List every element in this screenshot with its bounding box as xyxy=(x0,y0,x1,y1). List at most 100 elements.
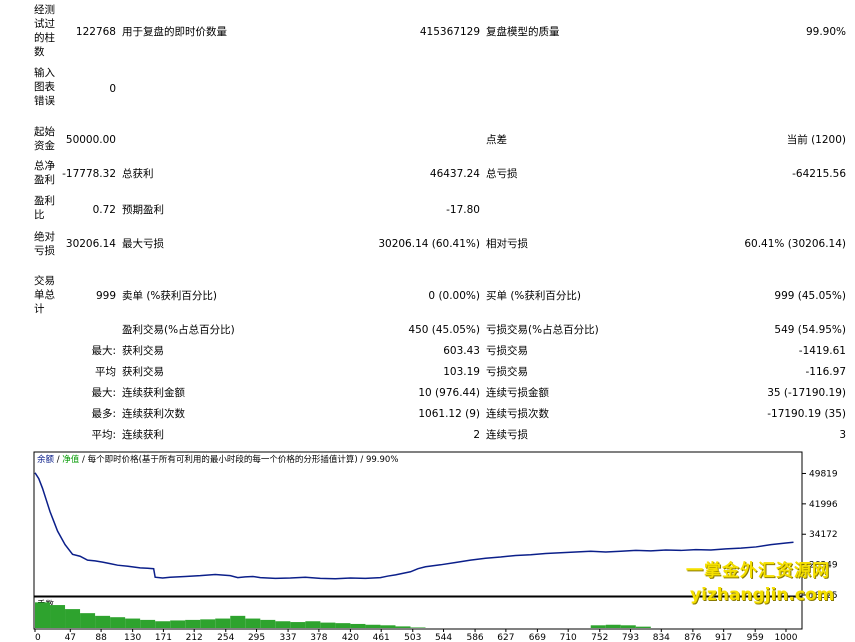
x-tick-label: 959 xyxy=(747,633,764,642)
x-tick-label: 378 xyxy=(310,633,327,642)
x-tick-label: 669 xyxy=(529,633,546,642)
x-tick-label: 461 xyxy=(373,633,390,642)
max-consec-count-win-value: 1061.12 (9) xyxy=(418,408,480,420)
ticks-value: 415367129 xyxy=(419,26,480,38)
x-tick-label: 171 xyxy=(155,633,172,642)
average-win-label: 获利交易 xyxy=(122,366,164,378)
rel-drawdown-label: 相对亏损 xyxy=(486,238,528,250)
volume-bar xyxy=(65,609,81,628)
x-tick-label: 752 xyxy=(591,633,608,642)
profit-factor-label: 盈利比 xyxy=(34,195,55,221)
long-positions-value: 999 (45.05%) xyxy=(774,290,846,302)
largest-loss-label: 亏损交易 xyxy=(486,345,528,357)
x-tick-label: 130 xyxy=(124,633,141,642)
volume-bar xyxy=(35,602,51,628)
volume-bar xyxy=(230,615,246,628)
largest-loss-value: -1419.61 xyxy=(798,345,846,357)
x-tick-label: 47 xyxy=(65,633,76,642)
volume-bar xyxy=(335,623,351,628)
expected-payoff-value: -17.80 xyxy=(446,204,480,216)
gross-profit-value: 46437.24 xyxy=(429,168,480,180)
volume-bar xyxy=(305,621,321,628)
volume-bar xyxy=(605,624,621,628)
net-profit-value: -17778.32 xyxy=(62,168,116,180)
loss-trades-value: 549 (54.95%) xyxy=(774,324,846,336)
watermark-title: 一掌金外汇资源网 xyxy=(686,561,830,581)
expected-payoff-label: 预期盈利 xyxy=(122,204,164,216)
volume-bar xyxy=(395,626,411,628)
x-tick-label: 420 xyxy=(342,633,359,642)
x-tick-label: 254 xyxy=(217,633,234,642)
volume-bar xyxy=(95,615,111,628)
watermark-url: yizhangjin.com xyxy=(690,585,835,605)
quality-label: 复盘模型的质量 xyxy=(486,26,560,38)
volume-bar xyxy=(635,626,651,628)
volume-bar xyxy=(290,622,306,628)
volume-bar xyxy=(590,625,606,628)
profit-trades-label: 盈利交易(%占总百分比) xyxy=(122,324,235,336)
quality-value: 99.90% xyxy=(805,26,846,38)
volume-bar xyxy=(140,619,156,628)
largest-win-value: 603.43 xyxy=(443,345,480,357)
x-tick-label: 503 xyxy=(404,633,421,642)
equity-legend: 净值 xyxy=(62,454,80,465)
balance-legend: 余额 xyxy=(37,454,55,465)
short-positions-value: 0 (0.00%) xyxy=(428,290,480,302)
x-tick-label: 710 xyxy=(560,633,577,642)
volume-bar xyxy=(155,621,171,628)
x-tick-label: 876 xyxy=(684,633,701,642)
average-loss-label: 亏损交易 xyxy=(486,366,528,378)
spread-label: 点差 xyxy=(486,134,507,146)
balance-chart-svg: 余额 / 净值 / 每个即时价格(基于所有可利用的最小时段的每一个价格的分形插值… xyxy=(33,451,838,642)
total-trades-value: 999 xyxy=(95,290,116,302)
volume-bar xyxy=(185,619,201,628)
max-drawdown-label: 最大亏损 xyxy=(122,238,164,250)
volume-bar xyxy=(215,618,231,628)
rel-drawdown-value: 60.41% (30206.14) xyxy=(744,238,846,250)
y-tick-label: 49819 xyxy=(809,469,838,479)
profit-factor-value: 0.72 xyxy=(92,204,116,216)
abs-drawdown-label: 绝对亏损 xyxy=(34,231,55,257)
errors-label: 输入图表错误 xyxy=(34,67,55,107)
short-positions-label: 卖单 (%获利百分比) xyxy=(122,290,218,302)
chart-header: 余额 / 净值 / 每个即时价格(基于所有可利用的最小时段的每一个价格的分形插值… xyxy=(37,454,398,465)
max-consec-loss-value: 35 (-17190.19) xyxy=(767,387,846,399)
x-tick-label: 295 xyxy=(248,633,265,642)
x-tick-label: 793 xyxy=(622,633,639,642)
x-tick-label: 834 xyxy=(653,633,670,642)
y-tick-label: 34172 xyxy=(809,530,838,540)
bars-label: 经测试过的柱数 xyxy=(34,4,55,58)
abs-drawdown-value: 30206.14 xyxy=(65,238,116,250)
avg-consec-win-value: 2 xyxy=(473,429,480,441)
average-loss-value: -116.97 xyxy=(805,366,846,378)
average-win-value: 103.19 xyxy=(443,366,480,378)
profit-trades-value: 450 (45.05%) xyxy=(408,324,480,336)
max-consec-prefix: 最大: xyxy=(91,387,116,399)
max-drawdown-value: 30206.14 (60.41%) xyxy=(378,238,480,250)
total-trades-label: 交易单总计 xyxy=(34,275,55,315)
x-tick-label: 544 xyxy=(435,633,452,642)
max-consec-win-label: 连续获利金额 xyxy=(122,387,185,399)
volume-bar xyxy=(320,622,336,628)
chart-header-rest: / 每个即时价格(基于所有可利用的最小时段的每一个价格的分形插值计算) / 99… xyxy=(79,454,398,465)
volume-bar xyxy=(125,618,141,628)
deposit-value: 50000.00 xyxy=(65,134,116,146)
loss-trades-label: 亏损交易(%占总百分比) xyxy=(486,324,599,336)
x-tick-label: 627 xyxy=(497,633,514,642)
bars-value: 122768 xyxy=(75,26,116,38)
x-tick-label: 917 xyxy=(715,633,732,642)
avg-consec-prefix: 平均: xyxy=(91,429,116,441)
volume-bar xyxy=(365,624,381,628)
max-consec-count-win-label: 连续获利次数 xyxy=(122,408,185,420)
average-prefix: 平均 xyxy=(95,366,116,378)
volume-bar xyxy=(50,605,66,628)
volume-bar xyxy=(620,625,636,628)
legend-separator: / xyxy=(54,455,62,465)
x-tick-label: 1000 xyxy=(775,633,798,642)
avg-consec-loss-label: 连续亏损 xyxy=(486,429,528,441)
max-consec-count-prefix: 最多: xyxy=(91,408,116,420)
avg-consec-loss-value: 3 xyxy=(839,429,846,441)
x-tick-label: 586 xyxy=(466,633,483,642)
x-tick-label: 0 xyxy=(35,633,41,642)
volume-bar xyxy=(275,621,291,628)
